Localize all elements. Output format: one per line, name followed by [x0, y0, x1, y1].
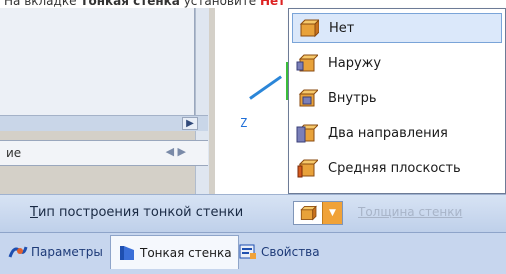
- box-inward-icon: [298, 89, 318, 107]
- scroll-right-button[interactable]: ▶: [182, 117, 198, 130]
- box-two-way-icon: [296, 124, 318, 143]
- caption-red: Нет: [259, 0, 286, 8]
- axis-z-label: Z: [240, 116, 248, 130]
- properties-icon: [239, 244, 256, 259]
- panel-tab-row: ие ◀ ▶: [0, 140, 208, 166]
- tab-properties[interactable]: Свойства: [232, 235, 326, 269]
- menu-item-inward[interactable]: Внутрь: [292, 83, 502, 113]
- horizontal-scrollbar[interactable]: ▶: [0, 115, 208, 131]
- panel-tab-label[interactable]: ие: [6, 146, 21, 160]
- parameters-icon: [8, 246, 28, 258]
- caption-middle: установите: [179, 0, 260, 8]
- vertical-scrollbar[interactable]: [195, 8, 209, 194]
- tree-area: [0, 8, 195, 116]
- thin-wall-icon: [120, 245, 134, 260]
- bottom-tab-bar: Параметры Тонкая стенка Свойства: [0, 232, 506, 274]
- menu-item-outward[interactable]: Наружу: [292, 48, 502, 78]
- tab-parameters[interactable]: Параметры: [2, 235, 109, 269]
- caption-prefix: На вкладке: [4, 0, 81, 8]
- thin-wall-type-label: Тип построения тонкой стенки: [30, 205, 244, 220]
- thin-wall-type-dropdown: Нет Наружу Внутрь Два направления Средня…: [288, 8, 506, 194]
- menu-item-none[interactable]: Нет: [292, 13, 502, 43]
- menu-item-midplane[interactable]: Средняя плоскость: [292, 153, 502, 183]
- thin-wall-type-combo[interactable]: ▼: [293, 201, 343, 225]
- menu-item-two-way[interactable]: Два направления: [292, 118, 502, 148]
- box-none-icon: [300, 205, 317, 221]
- box-outward-icon: [296, 54, 318, 72]
- chevron-down-icon[interactable]: ▼: [322, 202, 342, 224]
- tab-thin-wall[interactable]: Тонкая стенка: [110, 235, 239, 269]
- box-none-icon: [299, 19, 319, 38]
- box-midplane-icon: [297, 159, 318, 178]
- caption-bold: Тонкая стенка: [80, 0, 180, 8]
- tab-scroll-arrows[interactable]: ◀ ▶: [166, 145, 186, 158]
- property-toolbar: Тип построения тонкой стенки ▼ Толщина с…: [0, 194, 506, 232]
- model-viewport[interactable]: [215, 8, 295, 194]
- wall-thickness-label: Толщина стенки: [358, 205, 463, 219]
- instruction-caption: На вкладке Тонкая стенка установите Нет: [0, 0, 506, 8]
